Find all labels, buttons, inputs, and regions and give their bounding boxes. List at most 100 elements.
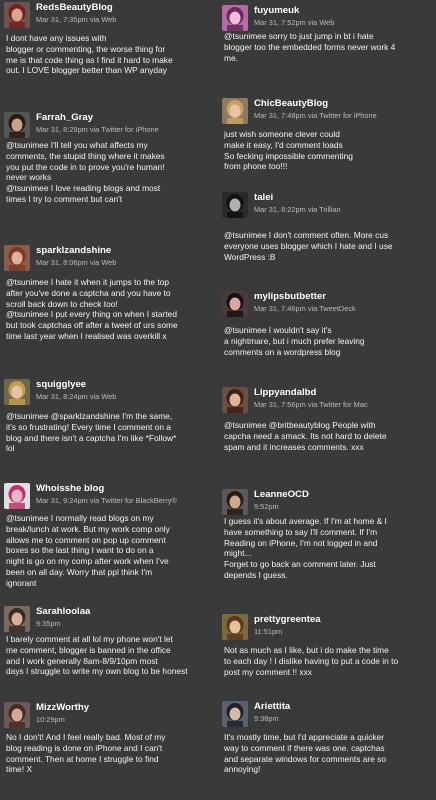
timestamp[interactable]: Mar 31, 7:56pm via Twitter for Mac bbox=[254, 400, 368, 409]
username[interactable]: Farrah_Gray bbox=[36, 112, 93, 123]
username[interactable]: fuyumeuk bbox=[254, 5, 299, 16]
tweet-line: So fecking impossible commenting bbox=[224, 150, 353, 161]
tweet-line: boxes so the last thing I want to do on … bbox=[6, 545, 154, 556]
tweet-line: spam and it increases comments. xxx bbox=[224, 441, 364, 452]
timestamp[interactable]: 9:35pm bbox=[36, 619, 61, 628]
tweet-line: me. bbox=[224, 52, 238, 63]
avatar[interactable] bbox=[222, 5, 248, 31]
username[interactable]: Ariettita bbox=[254, 701, 290, 712]
timestamp[interactable]: Mar 31, 7:48pm via Twitter for iPhone bbox=[254, 111, 377, 120]
tweet-line: I dont have any issues with bbox=[6, 33, 107, 43]
avatar[interactable] bbox=[4, 483, 30, 509]
tweet-line: @tsunimee I put every thing on when I st… bbox=[6, 309, 177, 320]
tweet-card: mylipsbutbetter Mar 31, 7:46pm via Tweet… bbox=[218, 289, 432, 369]
tweet-line: @tsunimee I'll tell you what affects my bbox=[6, 140, 148, 150]
tweet-line: No I don't! And I feel really bad. Most … bbox=[6, 732, 166, 742]
tweet-line: been on all day. Worry that ppl think I'… bbox=[6, 566, 153, 577]
avatar[interactable] bbox=[222, 701, 248, 727]
tweet-line: comment. Then at home I struggle to find bbox=[6, 753, 159, 764]
tweet-line: out. I LOVE blogger better than WP anyda… bbox=[6, 65, 167, 76]
tweet-text: @tsunimee I normally read blogs on my bre… bbox=[6, 513, 212, 589]
user-avatar-icon bbox=[222, 98, 248, 124]
tweet-line: blogger too the embedded forms never wor… bbox=[224, 41, 396, 52]
tweet-card: prettygreentea 11:51pm Not as much as I … bbox=[218, 612, 432, 687]
tweet-line: @tsunimee I hate it when it jumps to the… bbox=[6, 277, 170, 287]
tweet-line: to each day ! I dislike having to put a … bbox=[224, 655, 399, 666]
tweet-line: @tsunimee sorry to just jump in bt i hat… bbox=[224, 31, 374, 41]
timestamp[interactable]: 10:29pm bbox=[36, 715, 65, 724]
user-avatar-icon bbox=[4, 483, 30, 509]
timestamp[interactable]: 9:38pm bbox=[254, 714, 279, 723]
tweet-line: might... bbox=[224, 548, 252, 559]
tweet-line: but took captchas off after a tweet of u… bbox=[6, 320, 178, 331]
avatar[interactable] bbox=[222, 192, 248, 218]
tweet-line: Reading on iPhone, I'm not logged in and bbox=[224, 537, 378, 548]
avatar[interactable] bbox=[222, 489, 248, 515]
avatar[interactable] bbox=[222, 98, 248, 124]
avatar[interactable] bbox=[4, 606, 30, 632]
tweet-line: me is that code thing as I find it hard … bbox=[6, 54, 173, 65]
username[interactable]: Sarahloolaa bbox=[36, 606, 90, 617]
username[interactable]: Lippyandalbd bbox=[254, 387, 316, 398]
tweet-card: Sarahloolaa 9:35pm I barely comment at a… bbox=[0, 604, 214, 689]
avatar[interactable] bbox=[222, 387, 248, 413]
tweet-line: scroll back down to check too! bbox=[6, 298, 118, 309]
tweet-text: @tsunimee sorry to just jump in bt i hat… bbox=[224, 31, 430, 63]
tweet-line: it's so frustrating! Every time I commen… bbox=[6, 421, 171, 432]
avatar[interactable] bbox=[4, 702, 30, 728]
username[interactable]: MizzWorthy bbox=[36, 702, 89, 713]
username[interactable]: sparklzandshine bbox=[36, 245, 111, 256]
user-avatar-icon bbox=[222, 5, 248, 31]
tweet-line: @tsunimee I love reading blogs and most bbox=[6, 183, 161, 194]
avatar[interactable] bbox=[222, 291, 248, 317]
user-avatar-icon bbox=[222, 192, 248, 218]
username[interactable]: ChicBeautyBlog bbox=[254, 98, 328, 109]
timestamp[interactable]: Mar 31, 8:22pm via Trillian bbox=[254, 205, 341, 214]
tweet-line: comments, the stupid thing where it make… bbox=[6, 150, 165, 161]
tweet-line: break/lunch at work. But my work comp on… bbox=[6, 523, 170, 534]
timestamp[interactable]: Mar 31, 7:52pm via Web bbox=[254, 18, 334, 27]
username[interactable]: talei bbox=[254, 192, 273, 203]
timestamp[interactable]: 11:51pm bbox=[254, 627, 282, 636]
tweet-line: night is go on my comp after work when I… bbox=[6, 556, 169, 567]
tweet-card: Farrah_Gray Mar 31, 8:29pm via Twitter f… bbox=[0, 110, 214, 235]
username[interactable]: squigglyee bbox=[36, 379, 86, 390]
avatar[interactable] bbox=[222, 614, 248, 640]
username[interactable]: LeanneOCD bbox=[254, 489, 309, 500]
timestamp[interactable]: Mar 31, 7:46pm via TweetDeck bbox=[254, 304, 356, 313]
timestamp[interactable]: 9:52pm bbox=[254, 502, 279, 511]
avatar[interactable] bbox=[4, 379, 30, 405]
tweet-line: Forget to go back an comment later. Just bbox=[224, 559, 376, 570]
tweet-line: just wish someone clever could bbox=[224, 129, 340, 139]
tweet-line: me comment, blogger is banned in the off… bbox=[6, 644, 171, 655]
user-avatar-icon bbox=[222, 701, 248, 727]
timestamp[interactable]: Mar 31, 9:24pm via Twitter for BlackBerr… bbox=[36, 496, 177, 505]
tweet-line: time! X bbox=[6, 764, 33, 775]
timestamp[interactable]: Mar 31, 8:06pm via Web bbox=[36, 258, 116, 267]
tweet-text: just wish someone clever could make it ea… bbox=[224, 129, 430, 172]
tweet-line: times I try to comment but can't bbox=[6, 193, 123, 204]
tweet-text: @tsunimee @sparklzandshine I'm the same,… bbox=[6, 411, 212, 454]
tweet-card: Ariettita 9:38pm It's mostly time, but I… bbox=[218, 699, 432, 794]
tweet-line: have something to say I'll comment. If I… bbox=[224, 526, 378, 537]
tweet-text: I barely comment at all lol my phone won… bbox=[6, 634, 212, 677]
tweet-line: everyone uses blogger which I hate and I… bbox=[224, 240, 393, 251]
avatar[interactable] bbox=[4, 2, 30, 28]
avatar[interactable] bbox=[4, 245, 30, 271]
user-avatar-icon bbox=[4, 702, 30, 728]
avatar[interactable] bbox=[4, 112, 30, 138]
tweet-card: sparklzandshine Mar 31, 8:06pm via Web @… bbox=[0, 243, 214, 358]
user-avatar-icon bbox=[4, 2, 30, 28]
tweet-text: I dont have any issues with blogger or co… bbox=[6, 33, 212, 76]
timestamp[interactable]: Mar 31, 7:35pm via Web bbox=[36, 15, 116, 24]
username[interactable]: Whoisshe blog bbox=[36, 483, 104, 494]
tweet-text: @tsunimee I'll tell you what affects my c… bbox=[6, 140, 212, 205]
timestamp[interactable]: Mar 31, 8:29pm via Twitter for iPhone bbox=[36, 125, 159, 134]
tweet-line: I guess it's about average. If I'm at ho… bbox=[224, 516, 387, 526]
username[interactable]: mylipsbutbetter bbox=[254, 291, 326, 302]
tweet-line: I barely comment at all lol my phone won… bbox=[6, 634, 173, 644]
tweet-line: blog and there isn't a captcha I'm like … bbox=[6, 432, 177, 443]
timestamp[interactable]: Mar 31, 8:24pm via Web bbox=[36, 392, 116, 401]
username[interactable]: prettygreentea bbox=[254, 614, 321, 625]
username[interactable]: RedsBeautyBlog bbox=[36, 2, 113, 13]
